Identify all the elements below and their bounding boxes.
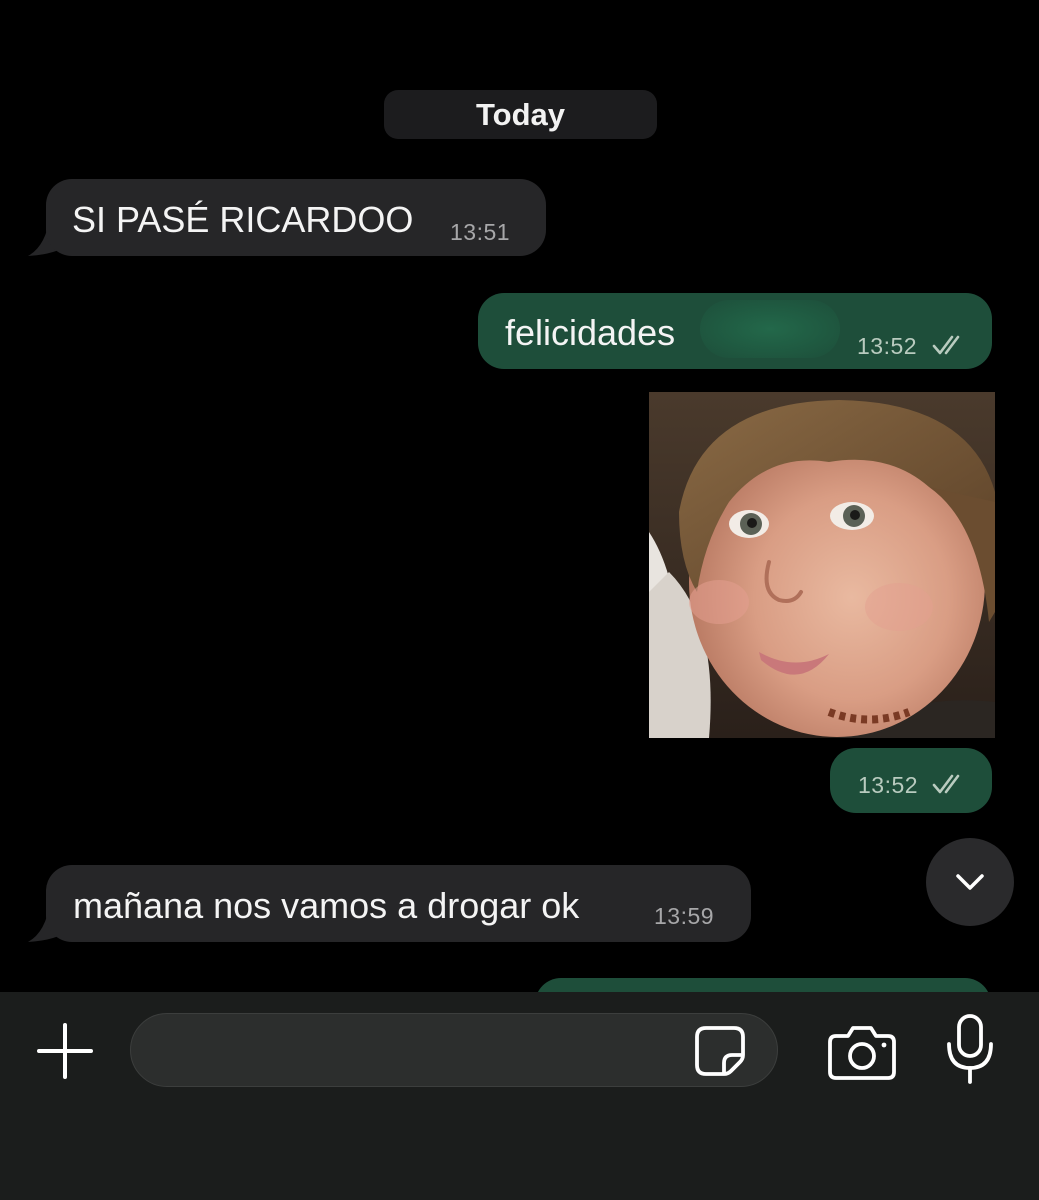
message-time: 13:52: [858, 772, 919, 798]
date-separator: Today: [384, 90, 657, 139]
camera-icon[interactable]: [826, 1020, 898, 1082]
message-text: SI PASÉ RICARDOO: [72, 199, 414, 240]
photo-of-smiling-child[interactable]: [649, 392, 995, 738]
chat-screen: Today SI PASÉ RICARDOO 13:51 felicidades…: [0, 0, 1039, 1200]
read-ticks-icon: [932, 774, 960, 794]
message-bubble-incoming[interactable]: SI PASÉ RICARDOO 13:51: [46, 179, 546, 256]
message-time: 13:51: [450, 219, 511, 245]
blurred-redaction: [700, 300, 840, 358]
plus-icon[interactable]: [34, 1020, 96, 1082]
message-bubble-incoming[interactable]: mañana nos vamos a drogar ok 13:59: [46, 865, 751, 942]
message-time: 13:59: [654, 903, 715, 929]
photo-image: [649, 392, 995, 738]
scroll-to-bottom-button[interactable]: [926, 838, 1014, 926]
message-text: mañana nos vamos a drogar ok: [73, 885, 580, 926]
microphone-icon[interactable]: [942, 1012, 998, 1088]
chevron-down-icon: [956, 874, 984, 890]
sticker-icon[interactable]: [692, 1023, 748, 1079]
read-ticks-icon: [932, 335, 960, 355]
image-timestamp-bubble: 13:52: [830, 748, 992, 813]
message-input[interactable]: [130, 1013, 778, 1087]
message-time: 13:52: [857, 333, 918, 359]
message-text: felicidades: [505, 312, 676, 353]
